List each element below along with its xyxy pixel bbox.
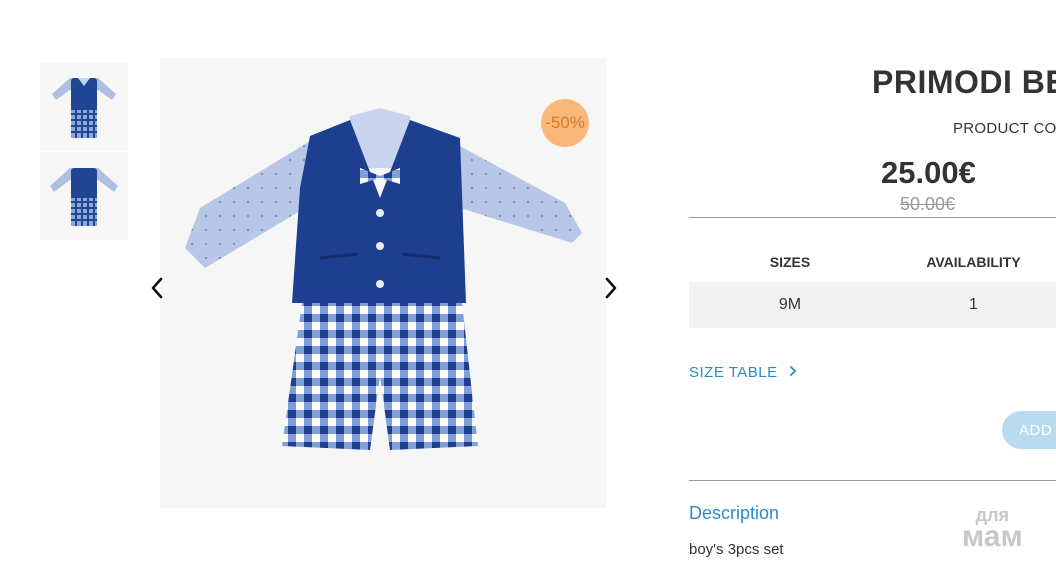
availability-cell: 1: [969, 296, 978, 313]
sizes-table-header: SIZES AVAILABILITY: [689, 242, 1056, 282]
outfit-thumbnail-image: [52, 78, 116, 138]
size-table-link[interactable]: SIZE TABLE: [689, 364, 798, 381]
size-table-label: SIZE TABLE: [689, 364, 778, 381]
product-title: PRIMODI BE: [872, 64, 1056, 100]
size-cell: 9M: [778, 296, 802, 313]
thumbnail-list: [40, 62, 128, 242]
divider: [689, 480, 1056, 481]
chevron-right-icon: [790, 366, 797, 376]
previous-image-button[interactable]: [146, 273, 168, 303]
add-button-label: ADD: [1019, 421, 1053, 439]
header-sizes: SIZES: [769, 254, 811, 270]
product-code-label: PRODUCT CO: [953, 120, 1056, 137]
next-image-button[interactable]: [600, 273, 622, 303]
product-main-image: [160, 58, 606, 508]
description-title: Description: [689, 503, 780, 523]
product-price: 25.00€: [881, 155, 976, 190]
outfit-back-thumbnail-image: [50, 168, 118, 226]
chevron-right-icon: [605, 277, 617, 299]
product-old-price: 50.00€: [900, 194, 956, 214]
thumbnail-front[interactable]: [40, 62, 128, 150]
thumbnail-back[interactable]: [40, 152, 128, 240]
divider: [689, 217, 1056, 218]
add-to-cart-button[interactable]: ADD: [1002, 411, 1056, 449]
description-text: boy's 3pcs set: [689, 541, 784, 558]
table-row[interactable]: 9M 1: [689, 282, 1056, 328]
watermark-logo: для мам: [962, 506, 1023, 552]
watermark-line2: мам: [962, 520, 1023, 553]
outfit-image: [185, 108, 582, 450]
chevron-left-icon: [151, 277, 163, 299]
sizes-table: SIZES AVAILABILITY 9M 1: [689, 242, 1056, 328]
discount-badge: -50%: [541, 99, 589, 147]
header-availability: AVAILABILITY: [926, 254, 1021, 270]
